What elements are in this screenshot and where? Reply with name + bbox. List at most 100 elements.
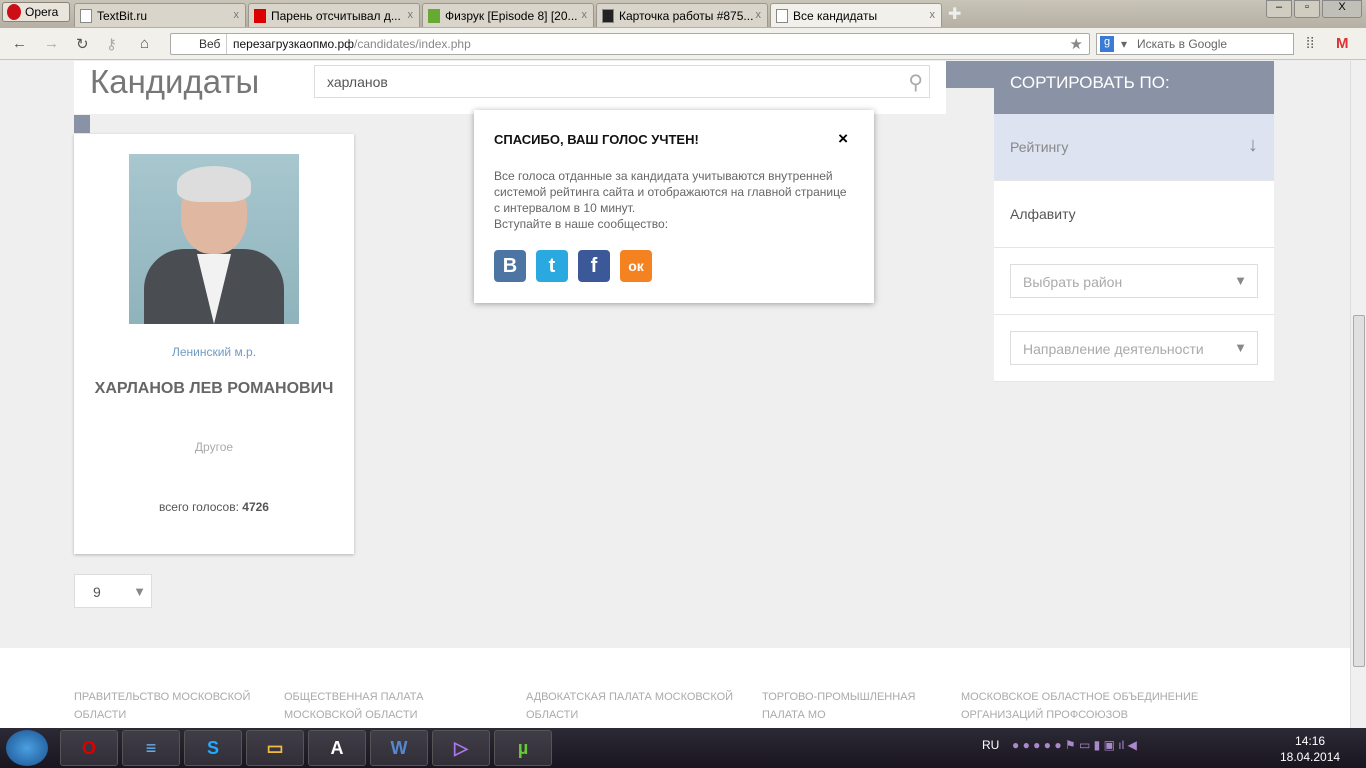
modal-join: Вступайте в наше сообщество:	[494, 217, 669, 231]
maximize-button[interactable]: ▫	[1294, 0, 1320, 18]
tab-close-icon[interactable]: x	[582, 9, 588, 21]
candidate-category: Другое	[194, 440, 234, 454]
tab-kartochka[interactable]: Карточка работы #875... x	[596, 3, 768, 27]
youtube-icon	[254, 9, 266, 23]
page-icon	[776, 9, 788, 23]
tab-label: Все кандидаты	[793, 9, 878, 23]
key-icon[interactable]: ⚷	[106, 35, 117, 53]
candidate-district[interactable]: Ленинский м.р.	[74, 345, 354, 359]
sort-by-rating[interactable]: Рейтингу ↓	[994, 114, 1274, 181]
close-icon[interactable]: ×	[838, 129, 848, 149]
chevron-down-icon: ▼	[133, 584, 146, 599]
footer-link[interactable]: АДВОКАТСКАЯ ПАЛАТА МОСКОВСКОЙ ОБЛАСТИ	[526, 688, 741, 724]
md-icon	[428, 9, 440, 23]
back-icon[interactable]: ←	[12, 35, 27, 52]
reload-icon[interactable]: ↻	[76, 35, 89, 53]
candidate-search-input[interactable]: харланов ⚲	[314, 65, 930, 98]
speed-dial-icon[interactable]: ⁞⁞	[1306, 35, 1314, 52]
candidate-photo	[129, 154, 299, 324]
activity-select-label: Направление деятельности	[1023, 341, 1204, 357]
url-text: перезагрузкаопмо.рф/candidates/index.php	[233, 37, 471, 51]
page-scrollbar[interactable]	[1350, 61, 1366, 728]
search-icon[interactable]: ⚲	[908, 70, 923, 95]
home-icon[interactable]: ⌂	[140, 35, 149, 52]
chevron-down-icon: ▼	[1234, 340, 1247, 355]
clock-date: 18.04.2014	[1280, 750, 1341, 764]
taskbar-a-app[interactable]: A	[308, 730, 366, 766]
vote-confirmation-modal: СПАСИБО, ВАШ ГОЛОС УЧТЕН! × Все голоса о…	[474, 110, 874, 303]
district-select[interactable]: Выбрать район ▼	[1010, 264, 1258, 298]
sort-by-alphabet[interactable]: Алфавиту	[994, 181, 1274, 248]
clock-time: 14:16	[1295, 734, 1326, 748]
footer-link[interactable]: ПРАВИТЕЛЬСТВО МОСКОВСКОЙ ОБЛАСТИ	[74, 688, 254, 724]
taskbar-word[interactable]: W	[370, 730, 428, 766]
url-path: /candidates/index.php	[354, 37, 471, 51]
activity-select[interactable]: Направление деятельности ▼	[1010, 331, 1258, 365]
minimize-button[interactable]: –	[1266, 0, 1292, 18]
google-icon: g	[1100, 36, 1114, 52]
taskbar-textru[interactable]: ≡	[122, 730, 180, 766]
tab-close-icon[interactable]: x	[234, 9, 240, 21]
clock[interactable]: 14:16 18.04.2014	[1280, 733, 1340, 765]
twitter-icon[interactable]: t	[536, 250, 568, 282]
new-tab-icon[interactable]: ✚	[948, 4, 961, 24]
a-icon	[602, 9, 614, 23]
per-page-select[interactable]: 9 ▼	[74, 574, 152, 608]
sort-header: СОРТИРОВАТЬ ПО:	[994, 61, 1274, 114]
scrollbar-thumb[interactable]	[1353, 315, 1365, 667]
votes-count: 4726	[242, 500, 269, 514]
votes-label: всего голосов:	[159, 500, 239, 514]
candidate-card[interactable]: Ленинский м.р. ХАРЛАНОВ ЛЕВ РОМАНОВИЧ Др…	[74, 134, 354, 554]
forward-icon[interactable]: →	[44, 35, 59, 52]
tab-fizruk[interactable]: Физрук [Episode 8] [20... x	[422, 3, 594, 27]
tab-close-icon[interactable]: x	[408, 9, 414, 21]
window-controls: – ▫ X	[1266, 0, 1362, 18]
start-button[interactable]	[6, 730, 48, 766]
sort-sidebar: СОРТИРОВАТЬ ПО: Рейтингу ↓ Алфавиту Выбра…	[994, 61, 1274, 382]
taskbar-opera[interactable]: O	[60, 730, 118, 766]
tray-icons[interactable]: ● ● ● ● ● ⚑ ▭ ▮ ▣ ıl ◀	[1012, 738, 1137, 752]
activity-filter: Направление деятельности ▼	[994, 315, 1274, 382]
url-host: перезагрузкаопмо.рф	[233, 37, 355, 51]
search-placeholder: Искать в Google	[1137, 37, 1228, 51]
search-value: харланов	[327, 74, 388, 90]
dropdown-icon[interactable]: ▾	[1121, 37, 1127, 51]
facebook-icon[interactable]: f	[578, 250, 610, 282]
vk-icon[interactable]: В	[494, 250, 526, 282]
chevron-down-icon: ▼	[1234, 273, 1247, 288]
tab-close-icon[interactable]: x	[756, 9, 762, 21]
footer: ПРАВИТЕЛЬСТВО МОСКОВСКОЙ ОБЛАСТИ ОБЩЕСТВ…	[0, 648, 1350, 728]
odnoklassniki-icon[interactable]: ок	[620, 250, 652, 282]
web-label: Веб	[199, 37, 221, 51]
tab-youtube[interactable]: Парень отсчитывал д... x	[248, 3, 420, 27]
tab-close-icon[interactable]: x	[930, 9, 936, 21]
candidate-votes: всего голосов: 4726	[74, 500, 354, 514]
bookmark-star-icon[interactable]: ★	[1070, 35, 1083, 53]
header-strip	[946, 61, 994, 88]
tab-candidates[interactable]: Все кандидаты x	[770, 3, 942, 27]
district-filter: Выбрать район ▼	[994, 248, 1274, 315]
language-indicator[interactable]: RU	[982, 738, 999, 752]
taskbar-explorer[interactable]: ▭	[246, 730, 304, 766]
taskbar-visual-studio[interactable]: ▷	[432, 730, 490, 766]
tab-label: TextBit.ru	[97, 9, 148, 23]
modal-body: Все голоса отданные за кандидата учитыва…	[494, 169, 847, 215]
windows-taskbar: O ≡ S ▭ A W ▷ µ RU ● ● ● ● ● ⚑ ▭ ▮ ▣ ıl …	[0, 728, 1366, 768]
address-bar[interactable]: Веб перезагрузкаопмо.рф/candidates/index…	[170, 33, 1090, 55]
page-title: Кандидаты	[90, 63, 260, 100]
tab-label: Парень отсчитывал д...	[271, 9, 401, 23]
gmail-icon[interactable]: M	[1336, 35, 1349, 52]
taskbar-skype[interactable]: S	[184, 730, 242, 766]
candidate-name[interactable]: ХАРЛАНОВ ЛЕВ РОМАНОВИЧ	[74, 380, 354, 398]
page-header: Кандидаты харланов ⚲	[74, 61, 946, 114]
google-search-input[interactable]: g ▾ Искать в Google	[1096, 33, 1294, 55]
sort-alpha-label: Алфавиту	[1010, 206, 1076, 222]
footer-link[interactable]: ТОРГОВО-ПРОМЫШЛЕННАЯ ПАЛАТА МО	[762, 688, 922, 724]
close-window-button[interactable]: X	[1322, 0, 1362, 18]
taskbar-utorrent[interactable]: µ	[494, 730, 552, 766]
opera-menu-button[interactable]: Opera	[2, 2, 70, 22]
tab-label: Карточка работы #875...	[619, 9, 754, 23]
footer-link[interactable]: МОСКОВСКОЕ ОБЛАСТНОЕ ОБЪЕДИНЕНИЕ ОРГАНИЗ…	[961, 688, 1281, 724]
tab-textbit[interactable]: TextBit.ru x	[74, 3, 246, 27]
footer-link[interactable]: ОБЩЕСТВЕННАЯ ПАЛАТА МОСКОВСКОЙ ОБЛАСТИ	[284, 688, 504, 724]
